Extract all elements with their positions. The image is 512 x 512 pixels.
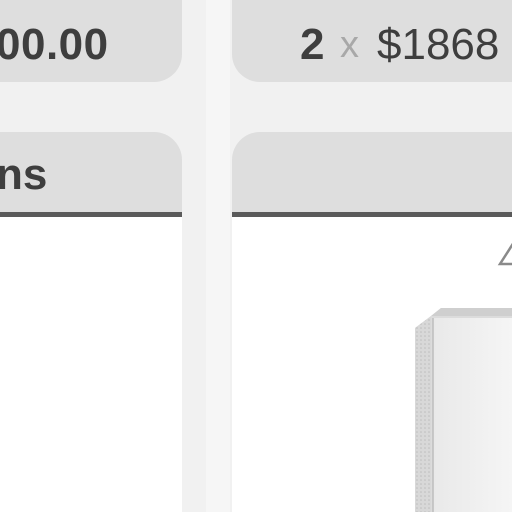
right-quantity: 2 <box>300 20 325 69</box>
partial-number-icon <box>497 242 512 266</box>
product-comparison-view: 00.00 2 x $1868 ns <box>0 0 512 512</box>
right-price-box: 2 x $1868 <box>232 0 512 82</box>
column-gutter <box>206 0 230 512</box>
left-price: 00.00 <box>0 20 109 69</box>
left-card-body <box>0 217 182 512</box>
multiply-symbol: x <box>340 24 359 66</box>
left-price-box: 00.00 <box>0 0 182 82</box>
right-card-header <box>232 132 512 217</box>
left-card-title: ns <box>0 150 48 199</box>
left-card-header: ns <box>0 132 182 217</box>
appliance-image[interactable] <box>415 306 512 512</box>
right-unit-price: $1868 <box>377 20 500 69</box>
